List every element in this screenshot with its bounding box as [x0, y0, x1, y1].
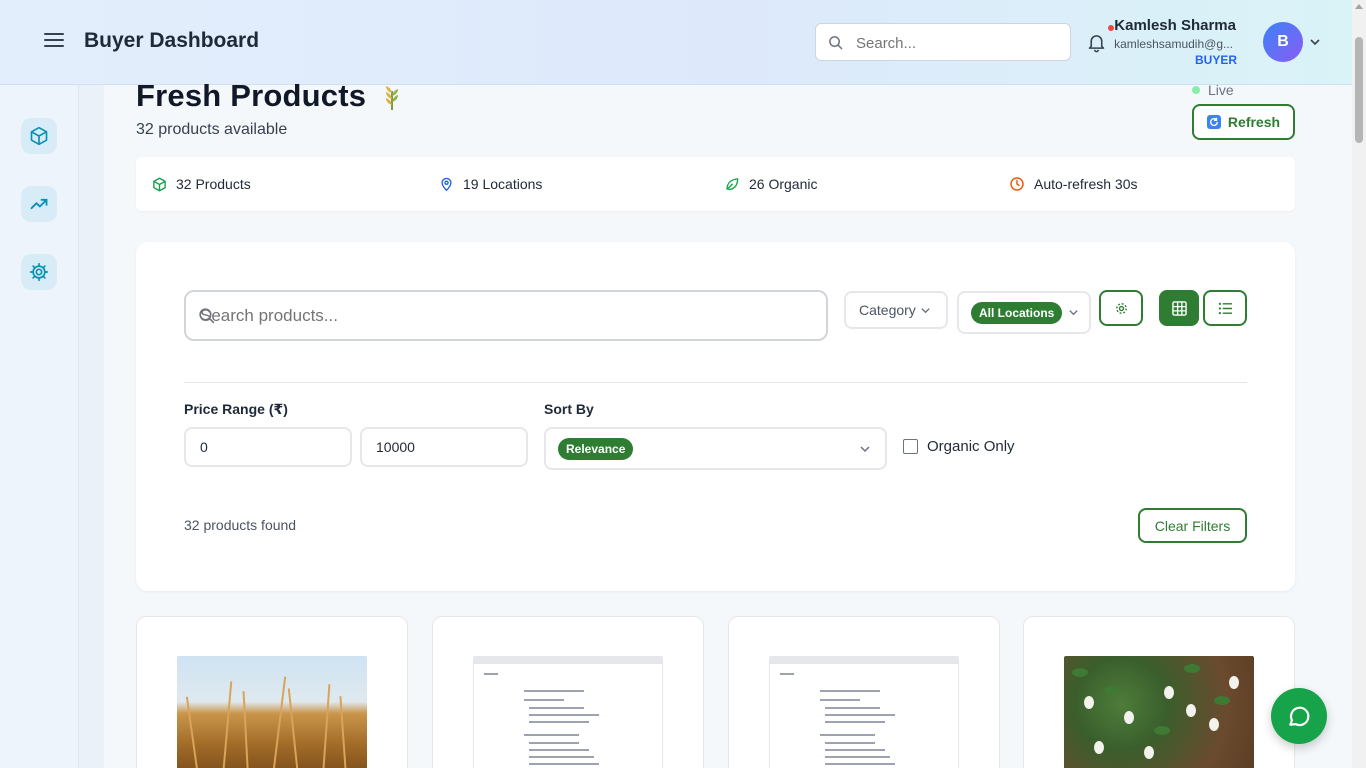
grid-view-button[interactable] — [1159, 290, 1199, 326]
map-pin-icon — [441, 177, 452, 192]
organic-only-toggle[interactable]: Organic Only — [903, 438, 1015, 455]
avatar[interactable]: B — [1263, 22, 1303, 62]
chevron-down-icon — [860, 446, 870, 453]
user-name[interactable]: Kamlesh Sharma — [1114, 17, 1236, 34]
price-range-label: Price Range (₹) — [184, 401, 288, 417]
live-label: Live — [1208, 82, 1234, 98]
grid-icon — [1171, 300, 1187, 316]
sort-by-label: Sort By — [544, 401, 594, 417]
page-scrollbar[interactable] — [1352, 0, 1366, 768]
user-email: kamleshsamudih@g... — [1114, 37, 1233, 51]
stat-organic-label: 26 Organic — [749, 176, 818, 192]
chevron-down-icon[interactable] — [1309, 36, 1321, 48]
sidebar-item-analytics[interactable] — [21, 186, 57, 222]
filter-panel: Category All Locations Price Range (₹) S… — [136, 242, 1295, 591]
sidebar — [0, 85, 79, 768]
product-card[interactable] — [728, 616, 1000, 768]
box-icon — [30, 126, 48, 146]
category-select[interactable]: Category — [844, 291, 948, 329]
app-title: Buyer Dashboard — [84, 29, 260, 52]
chat-icon — [1289, 706, 1310, 727]
stat-products: 32 Products — [152, 176, 251, 192]
clear-filters-button[interactable]: Clear Filters — [1138, 508, 1247, 543]
location-pill: All Locations — [971, 301, 1063, 324]
chevron-down-icon — [921, 307, 930, 313]
sidebar-item-products[interactable] — [21, 118, 57, 154]
page-subtitle: 32 products available — [136, 121, 288, 138]
sort-pill: Relevance — [558, 437, 634, 460]
organic-only-label: Organic Only — [927, 438, 1015, 455]
global-search-input[interactable] — [856, 32, 1056, 54]
wheat-icon — [386, 86, 398, 110]
list-view-button[interactable] — [1203, 290, 1247, 326]
search-icon — [829, 36, 843, 50]
refresh-icon — [1206, 115, 1221, 129]
filter-divider — [184, 382, 1247, 383]
stat-locations-label: 19 Locations — [463, 176, 543, 192]
refresh-label: Refresh — [1227, 114, 1281, 130]
chevron-down-icon — [1069, 310, 1078, 316]
box-icon — [153, 177, 166, 191]
product-search[interactable] — [184, 290, 828, 341]
stat-organic: 26 Organic — [724, 176, 817, 192]
price-max-input[interactable] — [360, 427, 528, 467]
live-dot — [1192, 86, 1200, 94]
product-image-cotton — [1064, 656, 1254, 768]
page-title: Fresh Products — [136, 78, 367, 113]
product-card[interactable] — [1023, 616, 1295, 768]
product-image-document — [473, 656, 663, 768]
scroll-thumb[interactable] — [1355, 37, 1363, 143]
scroll-up-arrow[interactable] — [1355, 4, 1363, 9]
bell-icon[interactable] — [1086, 31, 1107, 53]
location-select[interactable]: All Locations — [957, 291, 1091, 334]
global-search[interactable] — [815, 23, 1071, 61]
sidebar-item-settings[interactable] — [21, 254, 57, 290]
stat-auto-refresh: Auto-refresh 30s — [1009, 176, 1138, 192]
notification-badge — [1108, 25, 1114, 31]
product-image-wheat — [177, 656, 367, 768]
live-indicator: Live — [1192, 82, 1234, 98]
results-count: 32 products found — [184, 517, 297, 533]
stat-auto-refresh-label: Auto-refresh 30s — [1034, 176, 1138, 192]
trending-up-icon — [30, 198, 48, 210]
list-icon — [1218, 302, 1232, 314]
clock-icon — [1010, 177, 1024, 191]
content-gutter — [79, 85, 104, 768]
category-select-label: Category — [859, 302, 916, 318]
sort-select[interactable]: Relevance — [544, 427, 887, 470]
stats-bar: 32 Products 19 Locations 26 Organic Auto… — [136, 157, 1295, 211]
product-card[interactable] — [432, 616, 704, 768]
top-header: Buyer Dashboard Kamlesh Sharma kamleshsa… — [0, 0, 1352, 85]
gear-icon — [1115, 302, 1127, 314]
product-search-input[interactable] — [200, 305, 800, 327]
leaf-icon — [726, 177, 739, 190]
user-role-badge: BUYER — [1194, 53, 1237, 67]
product-card[interactable] — [136, 616, 408, 768]
gear-icon — [29, 262, 49, 282]
product-image-document — [769, 656, 959, 768]
chat-button[interactable] — [1271, 688, 1327, 744]
stat-products-label: 32 Products — [176, 176, 251, 192]
price-min-input[interactable] — [184, 427, 352, 467]
organic-only-checkbox[interactable] — [903, 439, 918, 454]
menu-icon[interactable] — [44, 33, 64, 49]
stat-locations: 19 Locations — [439, 176, 542, 192]
advanced-filters-button[interactable] — [1099, 290, 1143, 326]
refresh-button[interactable]: Refresh — [1192, 104, 1295, 140]
